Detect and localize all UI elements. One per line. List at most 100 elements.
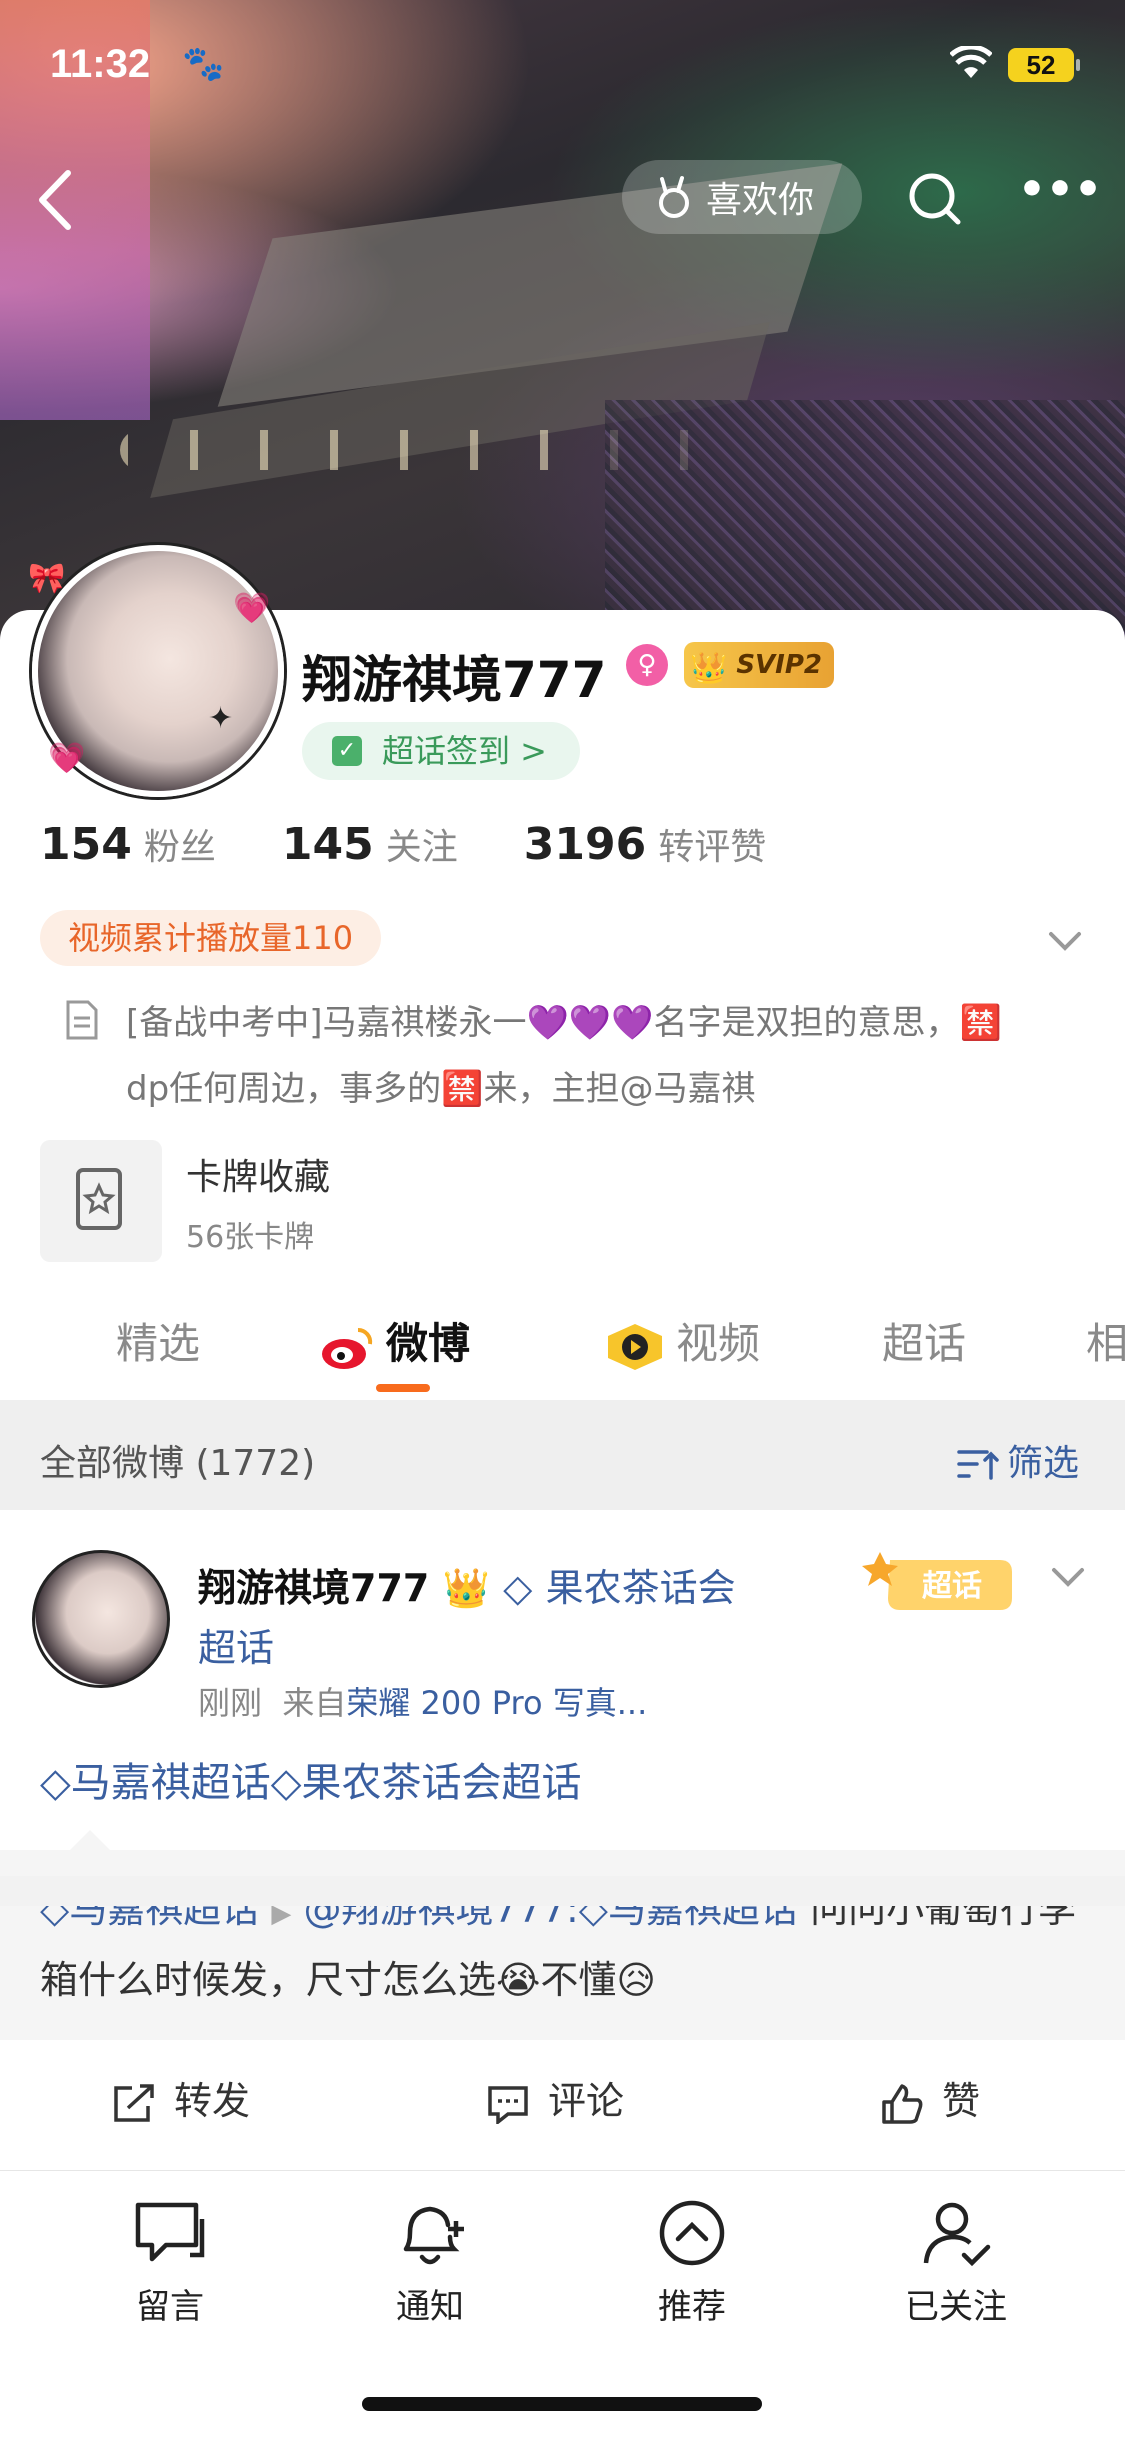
tab-album[interactable]: 相 bbox=[1086, 1310, 1125, 1371]
document-icon bbox=[66, 1000, 98, 1040]
active-tab-indicator bbox=[376, 1384, 430, 1392]
chevron-down-icon[interactable] bbox=[1045, 920, 1085, 960]
rabbit-icon bbox=[659, 176, 689, 218]
filter-button[interactable]: 筛选 bbox=[957, 1434, 1079, 1486]
comment-icon bbox=[488, 2085, 528, 2124]
post-header: 翔游祺境777 👑 ◇ 果农茶话会超话 bbox=[198, 1558, 758, 1678]
chevron-down-icon[interactable] bbox=[1048, 1556, 1088, 1596]
home-indicator bbox=[362, 2397, 762, 2411]
post-topic-1[interactable]: 马嘉祺超话 bbox=[71, 1760, 271, 1806]
profile-stats: 154 粉丝 145 关注 3196 转评赞 bbox=[40, 818, 818, 870]
diamond-icon: ◇ bbox=[270, 1760, 302, 1806]
section-separator bbox=[0, 1876, 1125, 1906]
tab-weibo[interactable]: 微博 bbox=[320, 1310, 470, 1372]
video-plays-tag[interactable]: 视频累计播放量110 bbox=[40, 910, 382, 966]
repost-button[interactable]: 转发 bbox=[112, 2070, 250, 2125]
video-icon bbox=[608, 1323, 662, 1370]
card-collection-title[interactable]: 卡牌收藏 bbox=[186, 1148, 330, 1200]
post-time: 刚刚 bbox=[198, 1684, 263, 1722]
chevron-up-circle-icon bbox=[659, 2200, 725, 2266]
filter-label: 筛选 bbox=[1006, 1443, 1079, 1484]
stat-value: 154 bbox=[40, 819, 132, 870]
all-weibo-count[interactable]: 全部微博 (1772) bbox=[40, 1434, 315, 1486]
profile-sheet bbox=[0, 610, 1125, 2436]
female-icon: ♀ bbox=[626, 644, 668, 686]
filter-icon bbox=[957, 1450, 999, 1480]
nav-message-label: 留言 bbox=[136, 2287, 204, 2327]
avatar[interactable]: 🎀 💗 💗 ✦ bbox=[28, 545, 284, 797]
post-author[interactable]: 翔游祺境777 bbox=[198, 1566, 429, 1610]
message-icon bbox=[135, 2202, 205, 2262]
tab-supertopic[interactable]: 超话 bbox=[882, 1310, 966, 1371]
like-you-label: 喜欢你 bbox=[706, 180, 815, 221]
cover-crowd bbox=[605, 400, 1125, 640]
profile-name: 翔游祺境777 bbox=[302, 651, 607, 709]
tab-featured[interactable]: 精选 bbox=[116, 1310, 200, 1371]
stat-label: 关注 bbox=[385, 827, 458, 868]
supertopic-badge-icon: 超话 bbox=[862, 1552, 1012, 1610]
weibo-icon bbox=[322, 1327, 373, 1369]
diamond-icon: ◇ bbox=[503, 1566, 533, 1610]
star-icon: ✦ bbox=[208, 701, 234, 736]
status-time: 11:32 bbox=[50, 42, 151, 86]
stat-followers[interactable]: 154 粉丝 bbox=[40, 818, 216, 870]
user-check-icon bbox=[923, 2202, 991, 2267]
battery-icon: 52 bbox=[1008, 48, 1080, 82]
post-avatar[interactable] bbox=[32, 1550, 170, 1688]
comment-button[interactable]: 评论 bbox=[486, 2070, 624, 2125]
comment-label: 评论 bbox=[548, 2079, 625, 2123]
heart-icon: 💗 bbox=[233, 591, 271, 626]
stat-label: 转评赞 bbox=[658, 827, 767, 868]
checkin-icon: ✓ bbox=[332, 736, 362, 766]
stat-value: 3196 bbox=[523, 819, 647, 870]
like-label: 赞 bbox=[942, 2079, 981, 2123]
nav-recommend-label: 推荐 bbox=[658, 2287, 726, 2327]
stat-label: 粉丝 bbox=[143, 827, 216, 868]
heart-icon: 💗 bbox=[48, 741, 86, 776]
back-arrow-icon[interactable] bbox=[30, 165, 80, 235]
crown-icon: 👑 bbox=[442, 1566, 490, 1610]
supertopic-checkin-button[interactable]: ✓ 超话签到 > bbox=[302, 722, 580, 780]
like-you-button[interactable]: 喜欢你 bbox=[622, 160, 862, 234]
nav-notify[interactable]: 通知 bbox=[350, 2197, 510, 2328]
bow-icon: 🎀 bbox=[28, 561, 66, 596]
card-collection-icon[interactable] bbox=[40, 1140, 162, 1262]
post-actions: 转发 评论 赞 bbox=[0, 2040, 1125, 2140]
stat-reposts-likes[interactable]: 3196 转评赞 bbox=[524, 818, 766, 870]
nav-followed[interactable]: 已关注 bbox=[876, 2197, 1036, 2328]
nav-notify-label: 通知 bbox=[396, 2287, 464, 2327]
nav-message[interactable]: 留言 bbox=[90, 2197, 250, 2328]
post-device[interactable]: 荣耀 200 Pro 写真... bbox=[346, 1684, 647, 1722]
tab-video[interactable]: 视频 bbox=[604, 1310, 760, 1372]
supertopic-badge-label: 超话 bbox=[922, 1569, 982, 1604]
like-button[interactable]: 赞 bbox=[880, 2070, 980, 2125]
more-options-icon[interactable]: ••• bbox=[1010, 160, 1110, 234]
thumbs-up-icon bbox=[882, 2083, 923, 2124]
card-collection-count: 56张卡牌 bbox=[186, 1220, 315, 1255]
repost-label: 转发 bbox=[174, 2079, 251, 2123]
checkin-label: 超话签到 > bbox=[382, 732, 547, 770]
bell-plus-icon bbox=[403, 2206, 464, 2265]
search-icon[interactable] bbox=[880, 160, 990, 234]
paw-icon: 🐾 bbox=[182, 44, 225, 84]
status-bar: 11:32 🐾 52 bbox=[0, 0, 1125, 140]
profile-bio: [备战中考中]马嘉祺楼永一💜💜💜名字是双担的意思，🈲dp任何周边，事多的🈲来，主… bbox=[126, 1003, 1002, 1109]
tab-video-label: 视频 bbox=[676, 1319, 761, 1368]
nav-followed-label: 已关注 bbox=[905, 2287, 1007, 2327]
wifi-icon bbox=[950, 46, 992, 78]
crown-icon: 👑 bbox=[690, 651, 728, 686]
bottom-nav: 留言 通知 推荐 已关注 bbox=[0, 2170, 1125, 2437]
stat-value: 145 bbox=[281, 819, 374, 870]
svip-label: SVIP2 bbox=[736, 650, 822, 680]
repost-icon bbox=[114, 2083, 154, 2122]
post-text: ◇马嘉祺超话◇果农茶话会超话 bbox=[40, 1750, 582, 1808]
filter-bar: 全部微博 (1772) 筛选 bbox=[0, 1400, 1125, 1510]
stat-following[interactable]: 145 关注 bbox=[282, 818, 458, 870]
nav-recommend[interactable]: 推荐 bbox=[612, 2197, 772, 2328]
svip-badge[interactable]: 👑 SVIP2 bbox=[684, 642, 834, 688]
post-from: 来自 bbox=[282, 1684, 347, 1722]
tab-weibo-label: 微博 bbox=[386, 1319, 471, 1368]
diamond-icon: ◇ bbox=[40, 1760, 71, 1806]
card-icon bbox=[76, 1168, 122, 1230]
post-topic-2[interactable]: 果农茶话会超话 bbox=[302, 1760, 582, 1806]
